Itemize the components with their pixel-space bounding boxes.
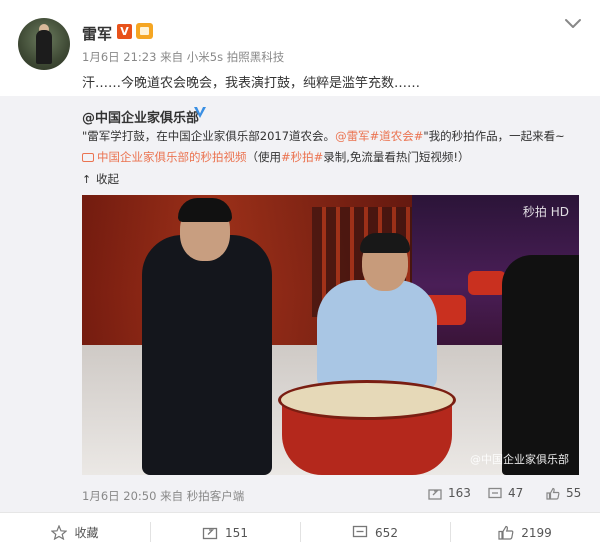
repost-time[interactable]: 1月6日 20:50	[82, 489, 156, 503]
repost-from-label: 来自	[160, 489, 184, 503]
avatar-figure	[36, 30, 52, 64]
background-drum	[468, 271, 506, 295]
drum-head	[278, 380, 456, 420]
avatar[interactable]	[18, 18, 70, 70]
repost-icon	[428, 488, 442, 500]
video-link[interactable]: 中国企业家俱乐部的秒拍视频	[97, 150, 247, 164]
post-meta: 1月6日 21:23 来自 小米5s 拍照黑科技	[82, 49, 284, 65]
man-blue-shirt	[317, 280, 437, 390]
like-count: 2199	[521, 525, 552, 540]
man-black-suit-hair	[178, 198, 232, 222]
comment-icon	[488, 487, 502, 498]
miaopai-watermark: 秒拍 HD	[522, 205, 569, 219]
repost-like-count[interactable]: 55	[546, 486, 581, 500]
favorite-label: 收藏	[74, 526, 99, 540]
arrow-up-icon: ↑	[82, 173, 92, 186]
repost-meta: 1月6日 20:50 来自 秒拍客户端	[82, 488, 244, 504]
repost-repost-count-label: 163	[448, 486, 471, 500]
comment-icon	[352, 525, 368, 538]
thumb-up-icon	[498, 525, 514, 540]
repost-repost-count[interactable]: 163	[428, 486, 471, 500]
comment-button[interactable]: 652	[300, 513, 450, 552]
hashtag-link[interactable]: #道农会#	[370, 129, 424, 143]
repost-like-count-label: 55	[566, 486, 582, 500]
video-note-prefix: （使用	[246, 150, 282, 164]
weibo-post: 雷军 V 1月6日 21:23 来自 小米5s 拍照黑科技 汗……今晚道农会晚会…	[0, 0, 600, 552]
man-right-edge	[502, 255, 579, 475]
repost-author[interactable]: @中国企业家俱乐部	[82, 107, 199, 126]
favorite-button[interactable]: 收藏	[0, 513, 150, 552]
repost-comment-count[interactable]: 47	[488, 486, 523, 500]
star-icon	[51, 525, 68, 540]
repost-icon	[202, 527, 218, 540]
chevron-down-icon[interactable]	[564, 18, 582, 30]
video-line: 中国企业家俱乐部的秒拍视频（使用#秒拍#录制,免流量看热门短视频!）	[82, 149, 470, 165]
repost-text: "雷军学打鼓，在中国企业家俱乐部2017道农会。@雷军#道农会#"我的秒拍作品，…	[82, 128, 565, 144]
video-hashtag-link[interactable]: #秒拍#	[281, 150, 323, 164]
video-icon	[82, 153, 94, 162]
repost-text-prefix: "雷军学打鼓，在中国企业家俱乐部2017道农会。	[82, 129, 336, 143]
repost-comment-count-label: 47	[508, 486, 524, 500]
thumb-up-icon	[546, 487, 560, 500]
post-text: 汗……今晚道农会晚会，我表演打鼓，纯粹是滥竽充数……	[82, 76, 421, 91]
from-label: 来自	[160, 50, 184, 64]
man-blue-shirt-hair	[360, 233, 410, 253]
repost-source[interactable]: 秒拍客户端	[187, 489, 245, 503]
repost-count: 151	[225, 525, 248, 540]
crown-icon	[136, 23, 153, 39]
video-note-suffix: 录制,免流量看热门短视频!）	[323, 150, 470, 164]
repost-text-suffix: "我的秒拍作品，一起来看~	[423, 129, 565, 143]
collapse-label: 收起	[96, 172, 119, 186]
mention-link[interactable]: @雷军	[335, 129, 370, 143]
vip-v-icon: V	[117, 24, 132, 39]
post-time[interactable]: 1月6日 21:23	[82, 50, 156, 64]
blue-v-icon	[194, 107, 206, 118]
post-source[interactable]: 小米5s 拍照黑科技	[187, 50, 284, 64]
collapse-button[interactable]: ↑ 收起	[82, 171, 119, 187]
man-black-suit	[142, 235, 272, 475]
club-watermark: @中国企业家俱乐部	[470, 453, 569, 466]
repost-button[interactable]: 151	[150, 513, 300, 552]
comment-count: 652	[375, 525, 398, 540]
video-thumbnail[interactable]: 秒拍 HD @中国企业家俱乐部	[82, 195, 579, 475]
like-button[interactable]: 2199	[450, 513, 600, 552]
username[interactable]: 雷军	[82, 23, 112, 44]
